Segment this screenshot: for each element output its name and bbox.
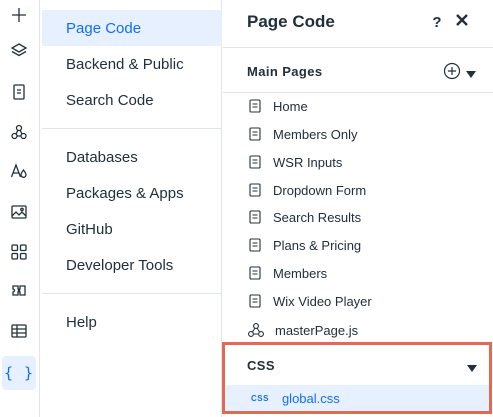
code-button[interactable]: { } (2, 356, 36, 390)
add-elements-button[interactable] (2, 0, 36, 34)
code-menu: Page Code Backend & Public Search Code D… (41, 0, 222, 417)
global-css-file-item[interactable]: CSS global.css (225, 385, 489, 411)
css-file-label: global.css (281, 390, 340, 406)
page-icon (249, 183, 261, 197)
menu-item-page-code[interactable]: Page Code (42, 10, 222, 46)
menu-item-github[interactable]: GitHub (42, 211, 222, 247)
page-label: Wix Video Player (273, 293, 372, 309)
master-page-icon (247, 322, 265, 338)
media-icon (10, 203, 28, 226)
page-file-item[interactable]: Search Results (223, 203, 493, 231)
main-pages-section-header[interactable]: Main Pages (223, 49, 493, 93)
page-icon (249, 238, 261, 252)
menu-item-packages-apps[interactable]: Packages & Apps (42, 175, 222, 211)
add-icon (10, 6, 28, 29)
layers-icon (10, 42, 28, 65)
menu-item-databases[interactable]: Databases (42, 139, 222, 175)
menu-divider (42, 128, 222, 129)
page-label: Members Only (273, 126, 358, 142)
cms-table-icon (10, 322, 28, 345)
close-button[interactable] (451, 11, 473, 33)
page-icon (249, 155, 261, 169)
text-theme-button[interactable] (2, 156, 36, 190)
apps-button[interactable] (2, 237, 36, 271)
icon-rail: { } (0, 0, 40, 417)
apps-icon (10, 243, 28, 266)
design-icon (10, 123, 28, 146)
page-label: Dropdown Form (273, 182, 367, 198)
css-file-icon: CSS (251, 393, 269, 403)
chevron-down-icon[interactable] (466, 67, 476, 78)
pages-button[interactable] (2, 77, 36, 111)
panel-divider (223, 47, 493, 48)
css-section-header[interactable]: CSS (225, 345, 489, 385)
menu-item-developer-tools[interactable]: Developer Tools (42, 247, 222, 283)
panel-title: Page Code (247, 12, 335, 31)
pages-icon (10, 83, 28, 106)
page-file-item[interactable]: Plans & Pricing (223, 231, 493, 259)
page-icon (249, 127, 261, 141)
css-heading: CSS (247, 357, 275, 373)
business-icon (10, 282, 28, 305)
design-button[interactable] (2, 117, 36, 151)
media-button[interactable] (2, 197, 36, 231)
page-icon (249, 266, 261, 280)
master-page-label: masterPage.js (275, 322, 359, 338)
page-file-item[interactable]: WSR Inputs (223, 148, 493, 176)
code-braces-icon: { } (3, 364, 35, 382)
page-label: Members (273, 265, 328, 281)
page-file-item[interactable]: Dropdown Form (223, 176, 493, 204)
main-pages-heading: Main Pages (247, 63, 323, 79)
menu-item-backend-public[interactable]: Backend & Public (42, 46, 222, 82)
css-section: CSS CSS global.css (222, 342, 492, 414)
layers-button[interactable] (2, 36, 36, 70)
text-theme-icon (10, 162, 28, 185)
page-icon (249, 294, 261, 308)
page-file-item[interactable]: Home (223, 92, 493, 120)
code-editor-sidebar: { } Page Code Backend & Public Search Co… (0, 0, 493, 417)
page-file-item[interactable]: Wix Video Player (223, 287, 493, 315)
page-label: Plans & Pricing (273, 237, 362, 253)
page-icon (249, 210, 261, 224)
menu-divider (42, 293, 222, 294)
add-page-code-button[interactable] (443, 62, 461, 80)
cms-button[interactable] (2, 316, 36, 350)
menu-item-help[interactable]: Help (42, 304, 222, 340)
page-icon (249, 99, 261, 113)
master-page-item[interactable]: masterPage.js (223, 316, 493, 344)
close-icon (455, 13, 469, 32)
help-icon[interactable]: ? (429, 14, 445, 32)
page-file-item[interactable]: Members Only (223, 120, 493, 148)
menu-item-search-code[interactable]: Search Code (42, 82, 222, 118)
page-label: Home (273, 98, 308, 114)
page-label: WSR Inputs (273, 154, 343, 170)
page-label: Search Results (273, 209, 362, 225)
page-file-item[interactable]: Members (223, 259, 493, 287)
business-button[interactable] (2, 276, 36, 310)
chevron-down-icon[interactable] (467, 361, 477, 372)
